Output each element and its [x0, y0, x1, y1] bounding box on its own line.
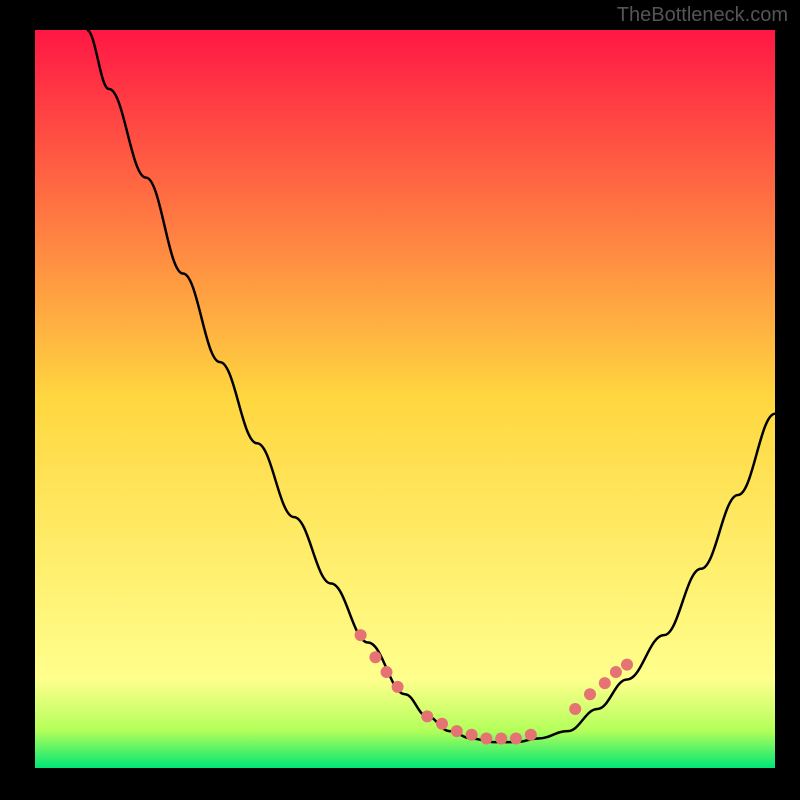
marker-dot — [381, 666, 393, 678]
watermark-text: TheBottleneck.com — [617, 4, 788, 27]
marker-dot — [466, 729, 478, 741]
marker-dot — [621, 659, 633, 671]
marker-dot — [436, 718, 448, 730]
marker-dot — [510, 732, 522, 744]
marker-dot — [599, 677, 611, 689]
marker-dot — [495, 732, 507, 744]
marker-dot — [451, 725, 463, 737]
marker-dot — [421, 710, 433, 722]
marker-dot — [392, 681, 404, 693]
marker-dot — [355, 629, 367, 641]
marker-dot — [525, 729, 537, 741]
chart-svg — [0, 0, 800, 800]
marker-dot — [569, 703, 581, 715]
plot-background — [35, 30, 775, 768]
marker-dot — [584, 688, 596, 700]
marker-dot — [369, 651, 381, 663]
marker-dot — [610, 666, 622, 678]
marker-dot — [480, 732, 492, 744]
